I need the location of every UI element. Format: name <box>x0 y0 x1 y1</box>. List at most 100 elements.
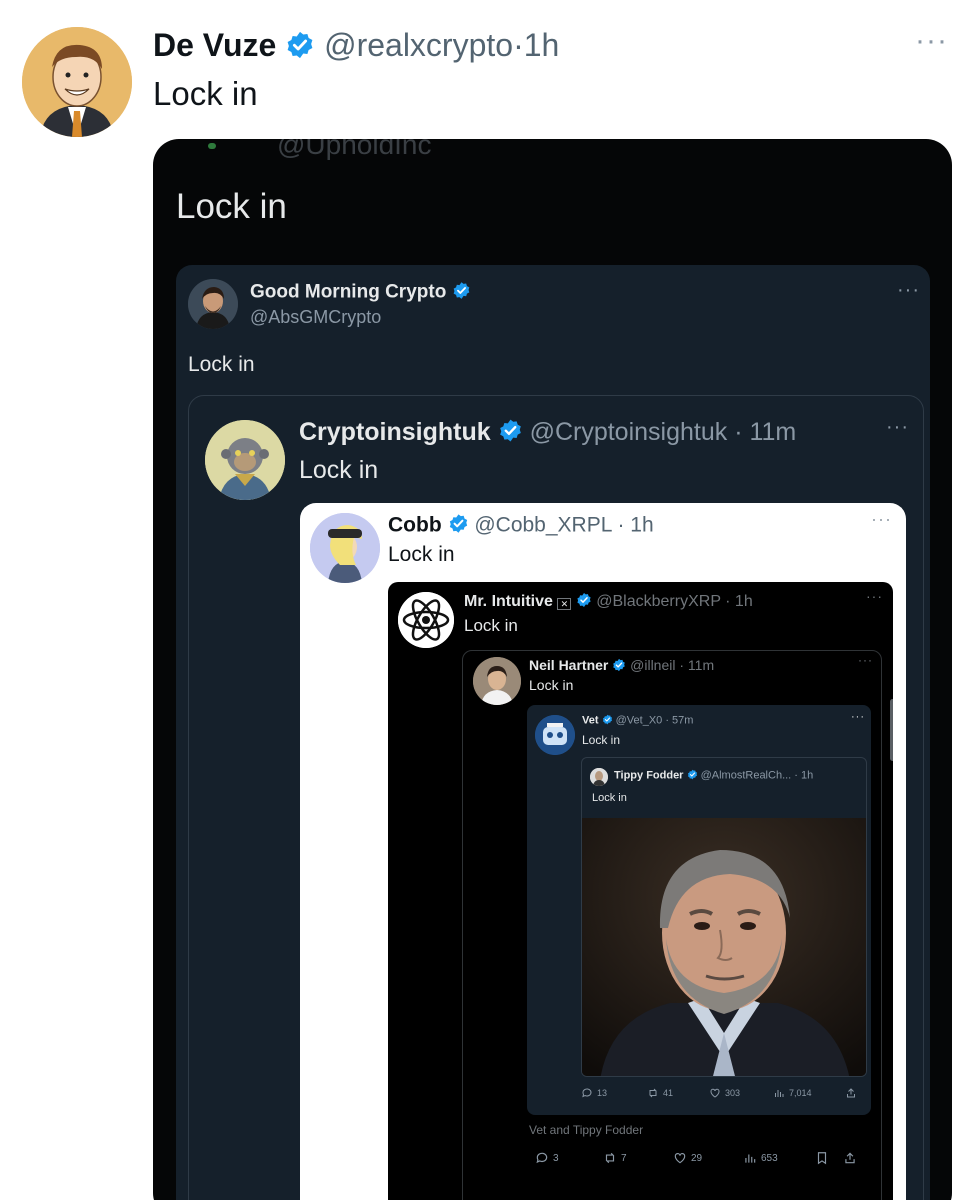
reply-button[interactable]: 3 <box>535 1151 559 1165</box>
quoted-tweet-good-morning-crypto: Good Morning Crypto @AbsGMCrypto ··· Loc… <box>176 265 930 1200</box>
repost-count: 7 <box>621 1152 627 1164</box>
vet-engagement-bar: 13 41 303 7,014 <box>527 1083 871 1107</box>
like-button[interactable]: 29 <box>673 1151 702 1165</box>
like-button[interactable]: 303 <box>709 1087 740 1099</box>
views-button[interactable]: 7,014 <box>773 1087 812 1099</box>
more-icon: ··· <box>866 588 883 604</box>
man-portrait-photo <box>582 818 866 1076</box>
vet-text: Lock in <box>582 733 621 747</box>
repost-icon <box>649 1088 657 1098</box>
mr-intuitive-text: Lock in <box>464 616 518 635</box>
quoted-tweet-vet: Vet @Vet_X0 · 57m ··· Lock in Tippy Fodd… <box>527 705 871 1115</box>
mr-intuitive-header: Mr. Intuitive ✕ @BlackberryXRP · 1h <box>464 592 753 611</box>
bookmark-button[interactable] <box>815 1151 829 1165</box>
repost-count: 41 <box>663 1088 674 1098</box>
media-caption: Vet and Tippy Fodder <box>529 1123 644 1137</box>
cobb-text: Lock in <box>388 543 455 566</box>
mr-intuitive-handle-time: @BlackberryXRP · 1h <box>596 593 753 611</box>
reply-icon <box>582 1088 592 1098</box>
atom-icon <box>398 592 454 648</box>
repost-button[interactable]: 7 <box>603 1151 627 1165</box>
tippy-fodder-avatar <box>590 768 608 786</box>
repost-icon <box>605 1152 615 1164</box>
more-icon: ··· <box>897 279 920 301</box>
quoted-tweet-mr-intuitive: Mr. Intuitive ✕ @BlackberryXRP · 1h ··· … <box>388 582 893 1200</box>
good-morning-crypto-handle: @AbsGMCrypto <box>250 307 382 327</box>
neil-engagement-bar: 3 7 29 653 <box>523 1147 873 1171</box>
like-count: 303 <box>725 1088 741 1098</box>
reply-count: 13 <box>597 1088 608 1098</box>
tippy-fodder-text: Lock in <box>592 792 627 804</box>
verified-badge-icon <box>285 30 315 60</box>
reply-icon <box>536 1152 548 1164</box>
good-morning-crypto-name: Good Morning Crypto <box>250 281 447 303</box>
more-icon: ··· <box>851 711 865 723</box>
cut-off-handle: @UpholdInc <box>277 139 432 160</box>
quoted-tweet-neil-hartner: Neil Hartner @illneil · 11m ··· Lock in <box>462 650 882 1200</box>
cobb-handle-time: @Cobb_XRPL · 1h <box>474 513 654 537</box>
shot-tweet-text: Lock in <box>176 187 287 226</box>
vet-name: Vet <box>582 714 599 727</box>
share-button[interactable] <box>845 1087 857 1099</box>
cryptoinsightuk-name: Cryptoinsightuk <box>299 418 491 446</box>
bookmark-icon <box>817 1152 827 1165</box>
cryptoinsightuk-header: Cryptoinsightuk @Cryptoinsightuk · 11m <box>299 418 796 447</box>
neil-hartner-name: Neil Hartner <box>529 657 609 673</box>
views-count: 7,014 <box>789 1088 812 1098</box>
neil-hartner-handle-time: @illneil · 11m <box>630 657 715 673</box>
tweet-media-image[interactable]: @UpholdInc Lock in Good Morning Crypto @… <box>153 139 952 1200</box>
cryptoinsightuk-avatar <box>205 420 285 500</box>
x-badge-icon: ✕ <box>557 598 572 611</box>
neil-hartner-header: Neil Hartner @illneil · 11m <box>529 657 714 673</box>
vet-header: Vet @Vet_X0 · 57m <box>582 714 693 727</box>
views-count: 653 <box>761 1152 778 1164</box>
verified-badge-icon <box>612 658 626 672</box>
good-morning-crypto-avatar <box>188 279 238 329</box>
reply-button[interactable]: 13 <box>581 1087 607 1099</box>
cobb-header: Cobb @Cobb_XRPL · 1h <box>388 513 654 537</box>
more-icon: ··· <box>858 653 873 667</box>
views-button[interactable]: 653 <box>743 1151 778 1165</box>
views-icon <box>775 1090 784 1097</box>
cryptoinsightuk-handle-time: @Cryptoinsightuk · 11m <box>529 418 797 446</box>
separator: · <box>513 27 524 63</box>
verified-badge-icon <box>687 769 698 780</box>
more-icon[interactable]: ··· <box>915 24 948 58</box>
share-button[interactable] <box>843 1151 857 1165</box>
verified-badge-icon <box>448 513 469 534</box>
cobb-avatar <box>310 513 380 583</box>
verified-badge-icon <box>452 281 471 300</box>
tweet-time[interactable]: 1h <box>524 27 560 63</box>
mr-intuitive-name: Mr. Intuitive <box>464 593 553 611</box>
author-handle[interactable]: @realxcrypto <box>324 27 513 63</box>
like-icon <box>710 1088 720 1098</box>
cobb-name: Cobb <box>388 513 442 537</box>
tweet-header: De Vuze @realxcrypto·1h <box>153 26 559 64</box>
quoted-tweet-tippy-fodder: Tippy Fodder @AlmostRealCh... · 1h Lock … <box>581 757 867 1077</box>
quoted-tweet-cryptoinsightuk: Cryptoinsightuk @Cryptoinsightuk · 11m ·… <box>188 395 924 1200</box>
vet-handle-time: @Vet_X0 · 57m <box>615 714 694 727</box>
verified-badge-icon <box>602 714 613 725</box>
neil-hartner-avatar <box>473 657 521 705</box>
repost-button[interactable]: 41 <box>647 1087 673 1099</box>
like-count: 29 <box>691 1152 703 1164</box>
author-name[interactable]: De Vuze <box>153 27 276 63</box>
more-icon: ··· <box>871 509 892 529</box>
tweet-text: Lock in <box>153 75 258 112</box>
more-icon: ··· <box>886 416 909 438</box>
share-icon <box>845 1152 855 1164</box>
good-morning-crypto-text: Lock in <box>188 353 255 376</box>
views-icon <box>745 1154 756 1163</box>
verified-badge-icon <box>498 418 523 443</box>
cut-avatar-icon <box>208 143 216 149</box>
verified-badge-icon <box>576 592 592 608</box>
tippy-fodder-name: Tippy Fodder <box>614 769 684 782</box>
scrollbar-thumb <box>890 699 893 761</box>
neil-hartner-text: Lock in <box>529 677 574 693</box>
vet-avatar <box>535 715 575 755</box>
like-icon <box>674 1153 686 1164</box>
quoted-tweet-cobb: Cobb @Cobb_XRPL · 1h ··· Lock in Mr. Int… <box>300 503 906 1200</box>
share-icon <box>847 1088 855 1098</box>
author-avatar[interactable] <box>22 27 132 137</box>
cryptoinsightuk-text: Lock in <box>299 456 379 484</box>
